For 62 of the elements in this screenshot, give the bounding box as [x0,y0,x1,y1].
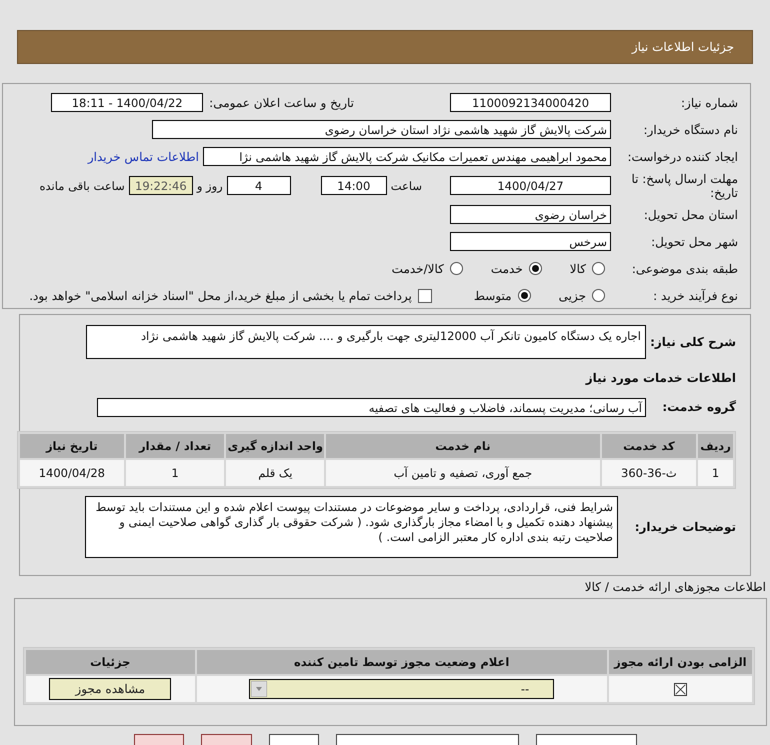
field-label: تاریخ و ساعت اعلان عمومی: [209,96,354,110]
table-cell: جمع آوری، تصفیه و تامین آب [326,460,600,486]
section-heading: اطلاعات خدمات مورد نیاز [584,371,736,387]
service-group-field[interactable]: آب رسانی؛ مدیریت پسماند، فاضلاب و فعالیت های تصفیه [97,398,646,416]
field-label: نوع فرآیند خرید : [652,288,738,302]
column-header: نام خدمت [326,434,600,458]
field-label: ساعت باقی مانده [40,178,125,192]
radio-label: جزیی [558,288,586,302]
table-cell: ث-36-360 [602,460,696,486]
column-header: کد خدمت [602,434,696,458]
remaining-time-field: 19:22:46 [128,176,193,195]
column-header: الزامی بودن ارائه مجوز [608,650,752,674]
column-header: اعلام وضعیت مجوز توسط تامین کننده [196,650,607,674]
days-field[interactable]: 4 [226,176,291,195]
radio-button[interactable] [450,262,463,275]
field-label: گروه خدمت: [661,400,736,414]
field-label: توضیحات خریدار: [634,520,736,534]
field-label: نام دستگاه خریدار: [642,122,738,136]
column-header: تعداد / مقدار [126,434,224,458]
field-label: ایجاد کننده درخواست: [626,150,738,164]
announce-date-field[interactable]: 1400/04/22 - 18:11 [51,93,204,112]
radio-button[interactable] [528,262,542,275]
column-header: جزئیات [26,650,195,674]
buyer-notes-text: شرایط فنی، قراردادی، پرداخت و سایر موضوعات در مستندات پیوست اعلام شده و این مستندات باید توسط پیشنهاد دهنده تکمیل و با امضاء مجاز بارگذاری شود. ( شرکت حقوقی بار گذاری گواهی صلاحیت ایمنی و صلاحیت رتبه بندی اداره کار معتبر الزامی است. ) [85,496,618,558]
table-cell: 1 [698,460,733,486]
table-cell: یک قلم [226,460,324,486]
checkbox-label: پرداخت تمام یا بخشی از مبلغ خرید،از محل "اسناد خزانه اسلامی" خواهد بود. [29,288,412,302]
field-label: مهلت ارسال پاسخ: تا تاریخ: [630,172,738,200]
field-label: شماره نیاز: [680,96,738,110]
table-cell: 1400/04/28 [20,460,124,486]
section-heading: اطلاعات مجوزهای ارائه خدمت / کالا [584,580,766,596]
contact-link[interactable]: اطلاعات تماس خریدار [88,150,199,164]
radio-label: خدمت [490,262,523,276]
dropdown-arrow-icon [251,680,268,696]
table-cell: 1 [126,460,224,486]
field-label: روز و [196,178,223,192]
creator-field[interactable]: محمود ابراهیمی مهندس تعمیرات مکانیک شرکت پالایش گاز شهید هاشمی نژا [203,147,611,166]
summary-text: اجاره یک دستگاه کامیون تانکر آب 12000لیتری جهت بارگیری و .... شرکت پالایش گاز شهید هاشمی نژاد [86,325,646,359]
deadline-date-field[interactable]: 1400/04/27 [450,176,611,195]
city-field[interactable]: سرخس [450,232,611,251]
checkbox[interactable] [418,288,432,302]
field-label: شرح کلی نیاز: [649,335,736,349]
field-label: ساعت [390,178,422,192]
field-label: شهر محل تحویل: [650,234,738,248]
buyer-field[interactable]: شرکت پالایش گاز شهید هاشمی نژاد استان خراسان رضوی [152,120,611,139]
radio-button[interactable] [592,262,605,275]
radio-label: متوسط [474,288,512,302]
radio-label: کالا [570,262,586,276]
page-title: جزئیات اطلاعات نیاز [632,40,734,54]
need-number-field[interactable]: 1100092134000420 [450,93,611,112]
radio-button[interactable] [518,289,531,302]
column-header: ردیف [698,434,733,458]
view-permit-button[interactable]: مشاهده مجوز [49,678,172,700]
deadline-time-field[interactable]: 14:00 [320,176,387,195]
column-header: تاریخ نیاز [20,434,124,458]
status-dropdown[interactable]: -- [249,678,554,698]
column-header: واحد اندازه گیری [226,434,324,458]
radio-button[interactable] [592,289,605,302]
province-field[interactable]: خراسان رضوی [450,205,611,224]
field-label: طبقه بندی موضوعی: [630,262,738,276]
radio-label: کالا/خدمت [392,262,444,276]
field-label: استان محل تحویل: [642,208,738,222]
